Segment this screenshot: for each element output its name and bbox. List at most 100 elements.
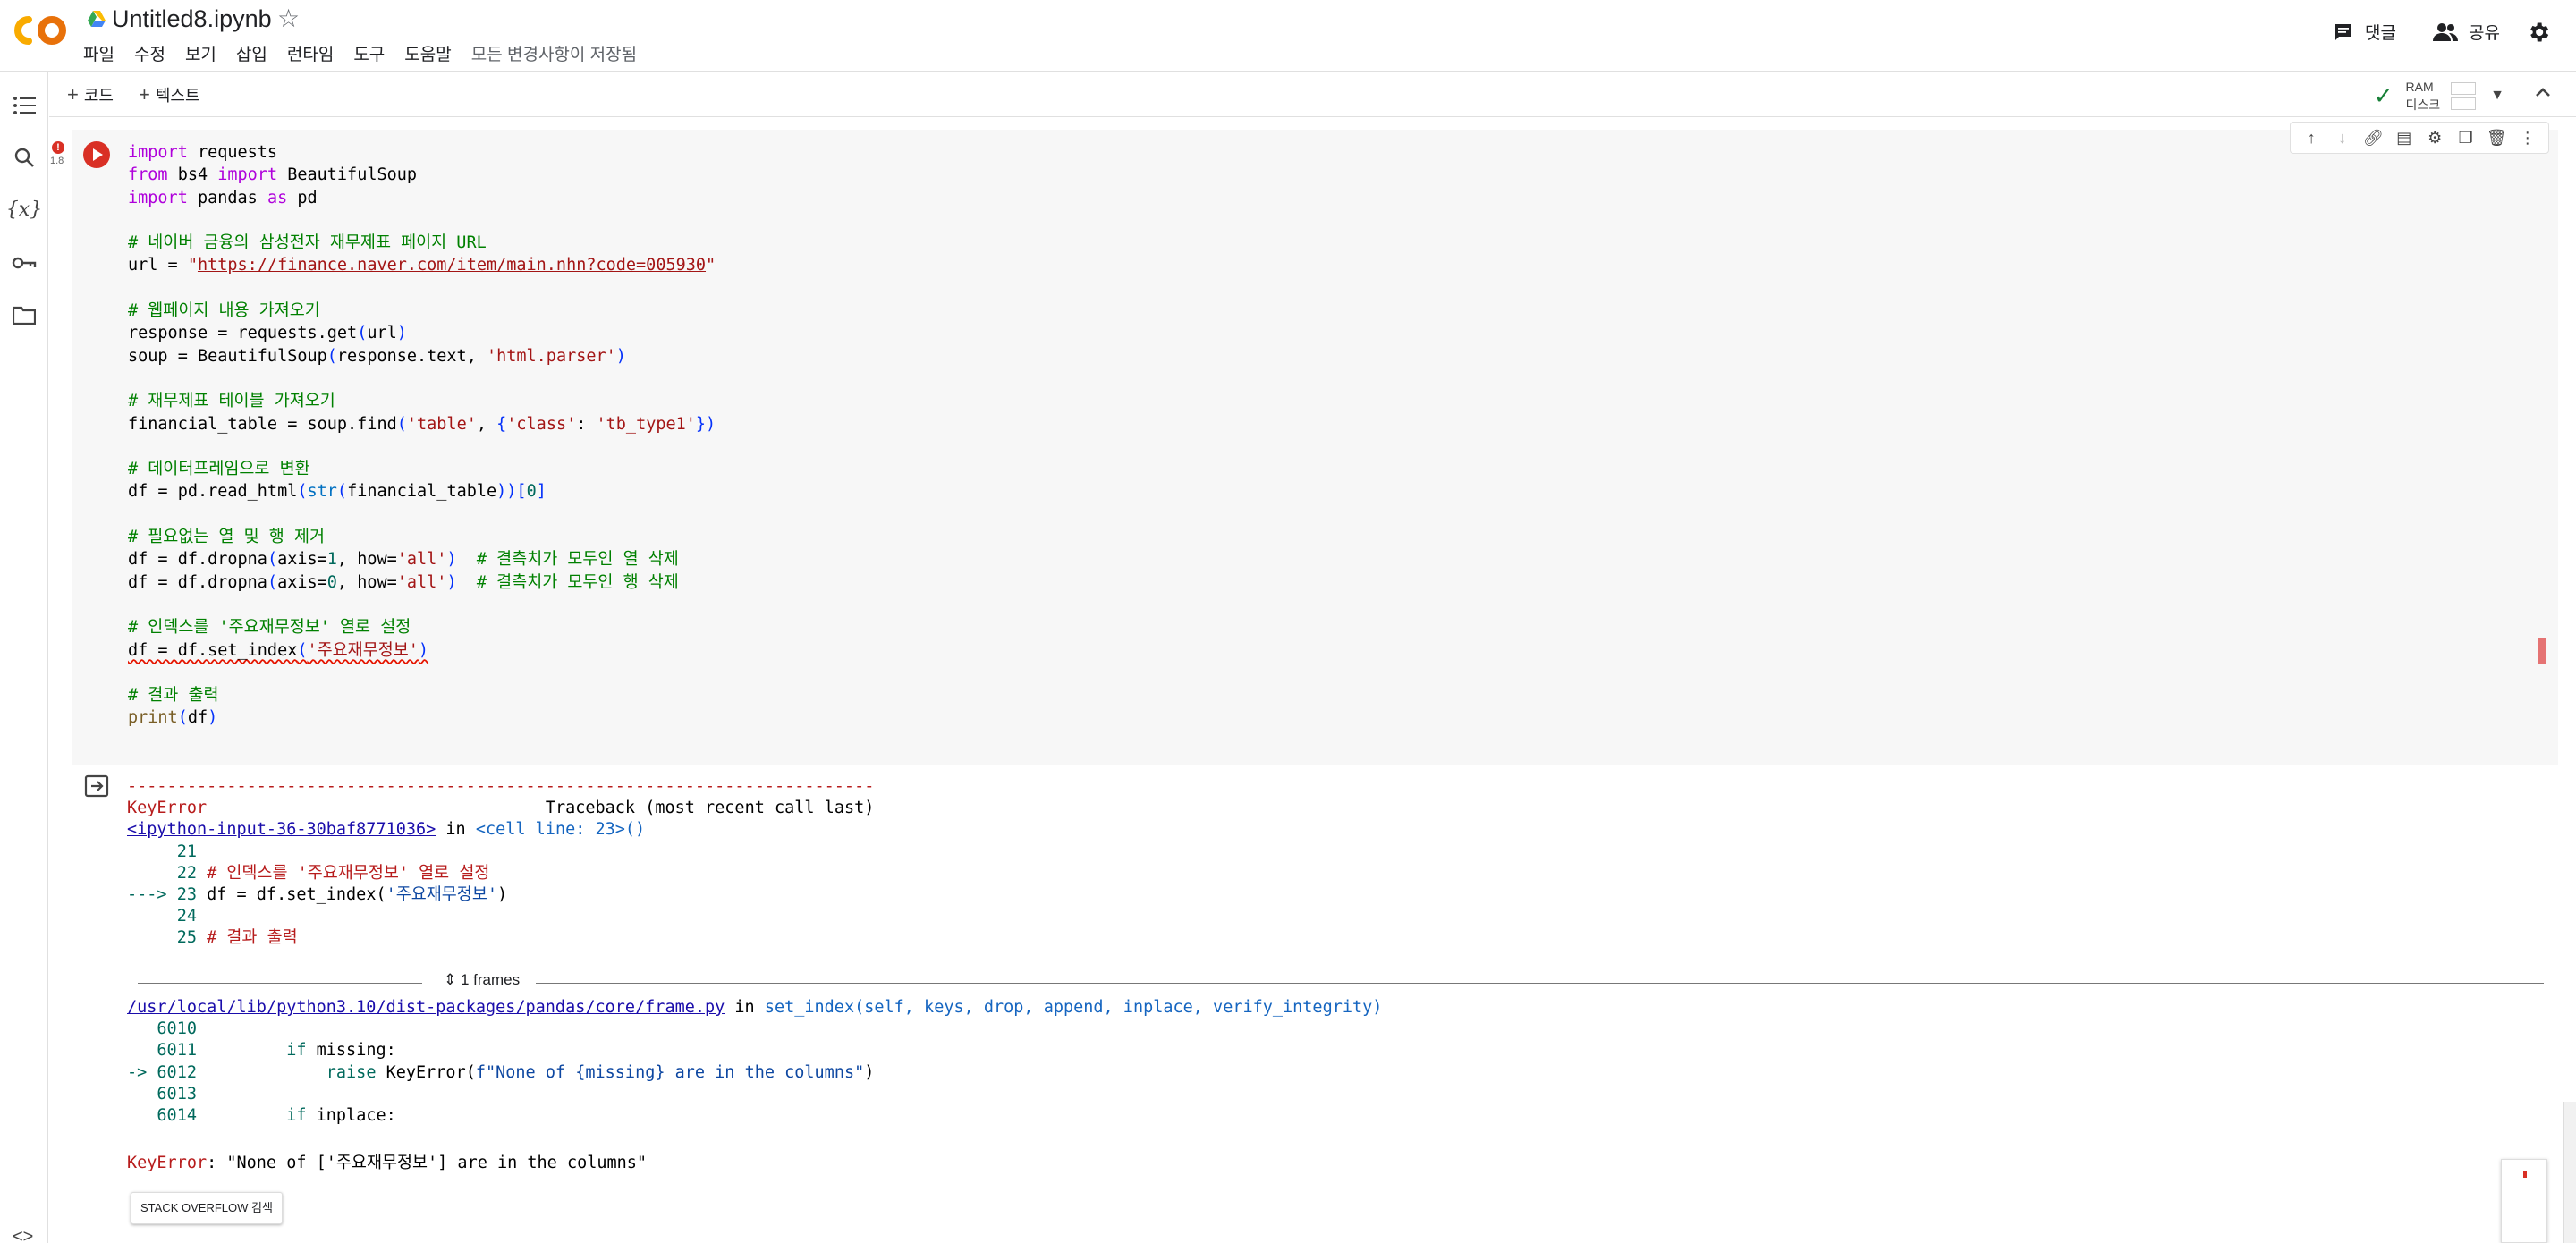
toc-list-icon[interactable] [12,93,37,118]
ram-bar [2451,81,2477,95]
ram-label: RAM [2405,80,2434,94]
frame-line: -> 6012 raise KeyError(f"None of {missin… [127,1062,875,1082]
code-line: # 데이터프레임으로 변환 [128,460,310,479]
run-cell-button[interactable] [83,141,110,168]
frame-path-link[interactable]: /usr/local/lib/python3.10/dist-packages/… [127,998,724,1017]
folder-icon[interactable] [12,302,37,327]
code-line: response = requests.get(url) [128,324,407,343]
code-snippets-icon[interactable]: <> [13,1227,33,1243]
variables-icon[interactable]: {x} [6,197,42,222]
menu-insert[interactable]: 삽입 [236,41,267,65]
tb-line: ---> 23 df = df.set_index('주요재무정보') [127,885,508,905]
move-down-icon[interactable]: ↓ [2332,129,2353,148]
share-button[interactable]: 공유 [2433,20,2500,44]
mirror-cell-icon[interactable]: ❐ [2455,129,2477,148]
menu-file[interactable]: 파일 [83,41,114,65]
tb-line: 21 [127,841,197,861]
notebook-title[interactable]: Untitled8.ipynb [112,5,272,33]
add-code-button[interactable]: + 코드 [67,83,114,106]
frame-output: /usr/local/lib/python3.10/dist-packages/… [127,997,1382,1127]
final-error-message: : "None of ['주요재무정보'] are in the columns… [207,1154,648,1172]
left-sidebar: {x} [0,72,48,1243]
code-line: url = "https://finance.naver.com/item/ma… [128,256,716,275]
add-text-button[interactable]: + 텍스트 [139,83,200,106]
menu-bar: 파일 수정 보기 삽입 런타임 도구 도움말 모든 변경사항이 저장됨 [83,41,657,65]
stack-overflow-search-button[interactable]: STACK OVERFLOW 검색 [131,1192,283,1224]
error-output: ----------------------------------------… [127,776,874,950]
settings-gear-icon[interactable] [2526,20,2551,45]
menu-view[interactable]: 보기 [185,41,216,65]
output-actions-icon[interactable] [84,774,111,802]
code-line: df = pd.read_html(str(financial_table))[… [128,482,547,502]
drive-icon[interactable] [87,9,106,29]
error-name: KeyError [127,1154,208,1172]
menu-edit[interactable]: 수정 [134,41,165,65]
comment-icon [2335,23,2351,40]
code-line: soup = BeautifulSoup(response.text, 'htm… [128,346,626,366]
add-text-label: 텍스트 [155,87,200,105]
traceback-header: Traceback (most recent call last) [545,799,875,818]
in-word: in [734,998,755,1017]
delete-icon[interactable]: 🗑︎ [2486,129,2507,148]
menu-tools[interactable]: 도구 [353,41,385,65]
connected-check-icon: ✓ [2373,81,2394,109]
notebook-toolbar: + 코드 + 텍스트 ✓ RAM 디스크 ▼ [49,72,2576,117]
colab-logo[interactable] [13,13,68,48]
save-status-link[interactable]: 모든 변경사항이 저장됨 [471,41,637,65]
code-line: from bs4 import BeautifulSoup [128,165,418,185]
chevron-up-icon[interactable] [2533,83,2553,107]
cell-error-badge: ! [52,141,64,154]
code-line: df = df.dropna(axis=1, how='all') # 결측치가… [128,550,679,570]
page-scrollbar[interactable] [2563,1102,2576,1243]
code-line: df = df.set_index('주요재무정보') [128,640,429,660]
code-line: df = df.dropna(axis=0, how='all') # 결측치가… [128,572,679,592]
dash-line: ----------------------------------------… [127,777,875,796]
plus-icon: + [139,83,150,106]
frames-label[interactable]: ⇕ 1 frames [444,971,520,989]
share-label: 공유 [2469,24,2500,43]
in-word: in [445,820,466,840]
dropdown-arrow-icon[interactable]: ▼ [2490,88,2504,104]
app-header: Untitled8.ipynb ☆ 파일 수정 보기 삽입 런타임 도구 도움말… [0,0,2576,72]
code-line: import requests [128,143,278,162]
comment-label: 댓글 [2365,24,2396,43]
comment-icon[interactable]: ▤ [2394,129,2415,148]
exec-count: 1.8 [50,156,64,166]
code-line: # 웹페이지 내용 가져오기 [128,301,320,321]
code-editor[interactable]: import requests from bs4 import Beautiful… [128,141,716,730]
menu-runtime[interactable]: 런타임 [287,41,334,65]
code-line: import pandas as pd [128,188,318,207]
move-up-icon[interactable]: ↑ [2301,129,2322,148]
comment-button[interactable]: 댓글 [2333,20,2396,44]
gear-icon[interactable]: ⚙ [2424,129,2445,148]
frame-line: 6013 [127,1084,197,1103]
ipython-input-link[interactable]: <ipython-input-36-30baf8771036> [127,820,436,839]
frame-line: 6010 [127,1019,197,1039]
resource-indicator[interactable]: ✓ RAM 디스크 ▼ [2374,78,2504,114]
link-icon[interactable]: 🔗︎ [2362,129,2384,148]
frame-line: 6011 if missing: [127,1041,396,1061]
frames-separator[interactable]: ⇕ 1 frames [138,971,2544,989]
code-line: # 결과 출력 [128,686,219,706]
code-line: # 재무제표 테이블 가져오기 [128,392,335,411]
cell-line-ref: <cell line: 23>() [475,820,646,840]
code-line: print(df) [128,708,218,728]
star-icon[interactable]: ☆ [277,4,300,33]
minimap-thumbnail[interactable] [2501,1159,2547,1243]
code-line: # 네이버 금융의 삼성전자 재무제표 페이지 URL [128,233,487,253]
code-line: financial_table = soup.find('table', {'c… [128,414,716,434]
more-vert-icon[interactable]: ⋮ [2517,129,2538,148]
tb-line: 25 # 결과 출력 [127,928,298,948]
code-line: # 인덱스를 '주요재무정보' 열로 설정 [128,618,411,638]
menu-help[interactable]: 도움말 [404,41,451,65]
search-icon[interactable] [12,145,37,170]
plus-icon: + [67,83,79,106]
secrets-key-icon[interactable] [12,250,37,275]
disk-label: 디스크 [2405,97,2441,112]
